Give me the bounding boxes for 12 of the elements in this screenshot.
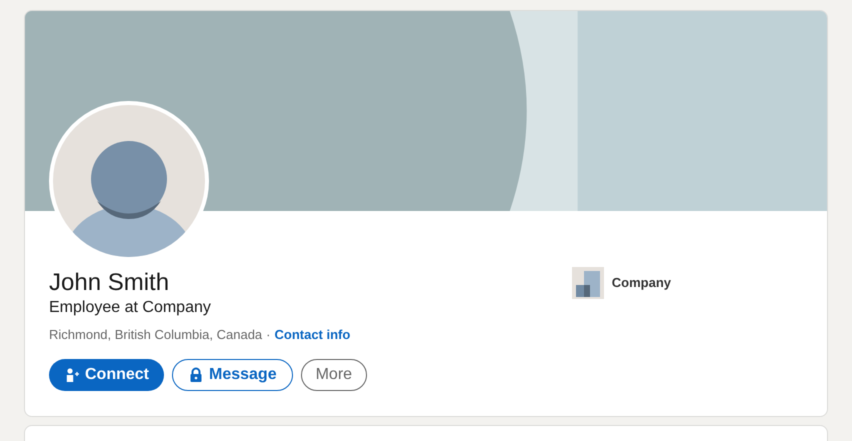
headline: Employee at Company xyxy=(49,299,212,317)
contact-info-link[interactable]: Contact info xyxy=(274,327,350,342)
company-logo-icon xyxy=(572,267,604,299)
more-button[interactable]: More xyxy=(300,359,368,391)
company-name[interactable]: Company xyxy=(612,267,671,299)
connect-button[interactable]: Connect xyxy=(49,359,164,391)
separator: · xyxy=(266,327,270,342)
location: Richmond, British Columbia, Canada xyxy=(49,327,262,342)
lock-icon xyxy=(188,367,204,383)
message-button[interactable]: Message xyxy=(172,359,293,391)
person-add-icon xyxy=(64,367,80,383)
profile-name: John Smith xyxy=(49,268,170,298)
